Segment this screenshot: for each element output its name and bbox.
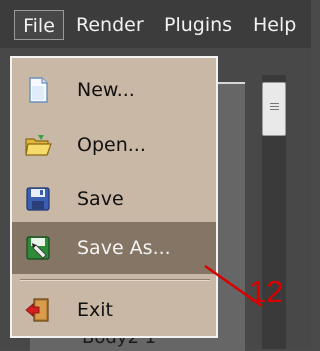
annotation-number: 12 [249,274,284,309]
